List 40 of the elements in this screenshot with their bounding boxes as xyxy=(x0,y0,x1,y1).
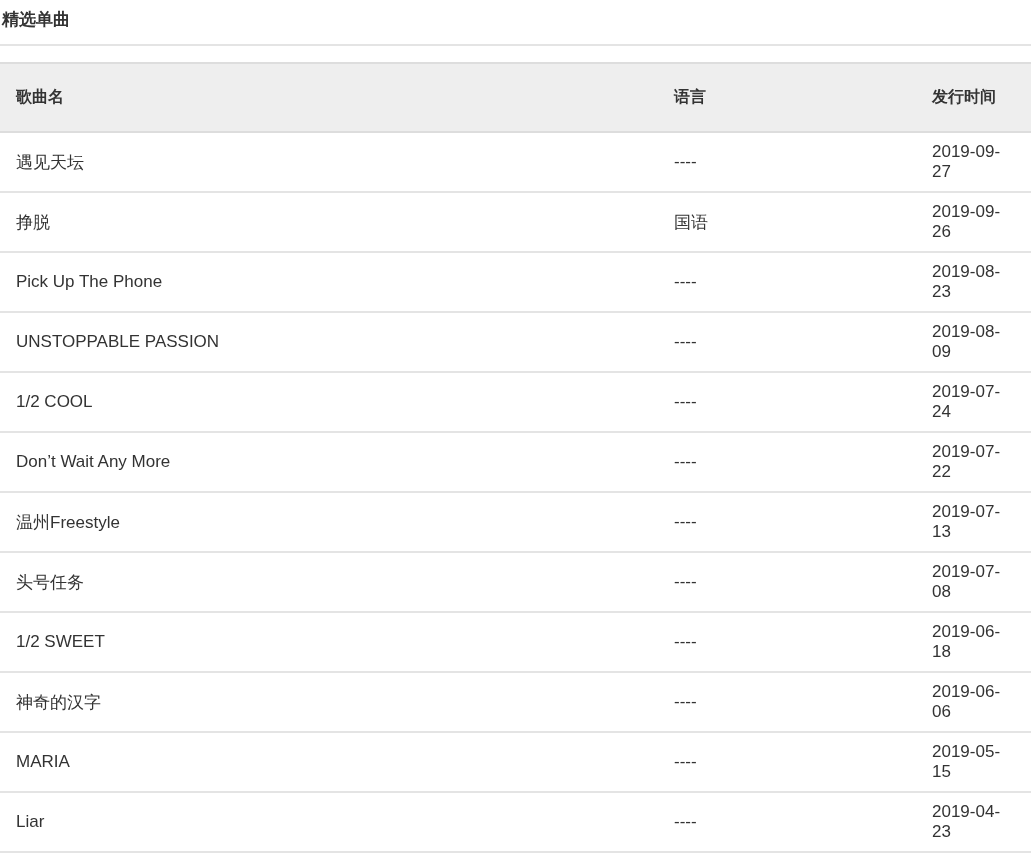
table-cell: 2019-07-24 xyxy=(916,372,1031,432)
table-cell: 2019-08-23 xyxy=(916,252,1031,312)
table-cell: 2019-06-06 xyxy=(916,672,1031,732)
table-cell: ---- xyxy=(658,312,916,372)
column-header: 语言 xyxy=(658,63,916,132)
table-cell: ---- xyxy=(658,432,916,492)
song-title-cell[interactable]: 温州Freestyle xyxy=(0,492,658,552)
song-title-cell[interactable]: 1/2 COOL xyxy=(0,372,658,432)
song-title-cell[interactable]: MARIA xyxy=(0,732,658,792)
table-cell: 2019-09-27 xyxy=(916,132,1031,192)
table-cell: ---- xyxy=(658,792,916,852)
table-cell: ---- xyxy=(658,492,916,552)
table-cell: 2019-09-26 xyxy=(916,192,1031,252)
song-title-cell[interactable]: 头号任务 xyxy=(0,552,658,612)
song-title-cell[interactable]: Liar xyxy=(0,792,658,852)
song-title-cell[interactable]: 神奇的汉字 xyxy=(0,672,658,732)
song-title-cell[interactable]: 1/2 SWEET xyxy=(0,612,658,672)
section-title: 精选单曲 xyxy=(0,0,1031,46)
table-cell: ---- xyxy=(658,132,916,192)
table-cell: ---- xyxy=(658,252,916,312)
table-cell: 2019-07-13 xyxy=(916,492,1031,552)
song-title-cell[interactable]: UNSTOPPABLE PASSION xyxy=(0,312,658,372)
song-title-cell[interactable]: Don’t Wait Any More xyxy=(0,432,658,492)
table-cell: ---- xyxy=(658,372,916,432)
table-cell: ---- xyxy=(658,612,916,672)
song-title-cell[interactable]: 挣脱 xyxy=(0,192,658,252)
column-header: 歌曲名 xyxy=(0,63,658,132)
table-cell: ---- xyxy=(658,732,916,792)
table-cell: 2019-07-22 xyxy=(916,432,1031,492)
table-cell: ---- xyxy=(658,552,916,612)
song-title-cell[interactable]: 遇见天坛 xyxy=(0,132,658,192)
table-cell: 国语 xyxy=(658,192,916,252)
table-cell: 2019-06-18 xyxy=(916,612,1031,672)
table-cell: 2019-05-15 xyxy=(916,732,1031,792)
table-cell: 2019-08-09 xyxy=(916,312,1031,372)
table-cell: 2019-07-08 xyxy=(916,552,1031,612)
table-cell: 2019-04-23 xyxy=(916,792,1031,852)
column-header: 发行时间 xyxy=(916,63,1031,132)
song-title-cell[interactable]: Pick Up The Phone xyxy=(0,252,658,312)
table-cell: ---- xyxy=(658,672,916,732)
